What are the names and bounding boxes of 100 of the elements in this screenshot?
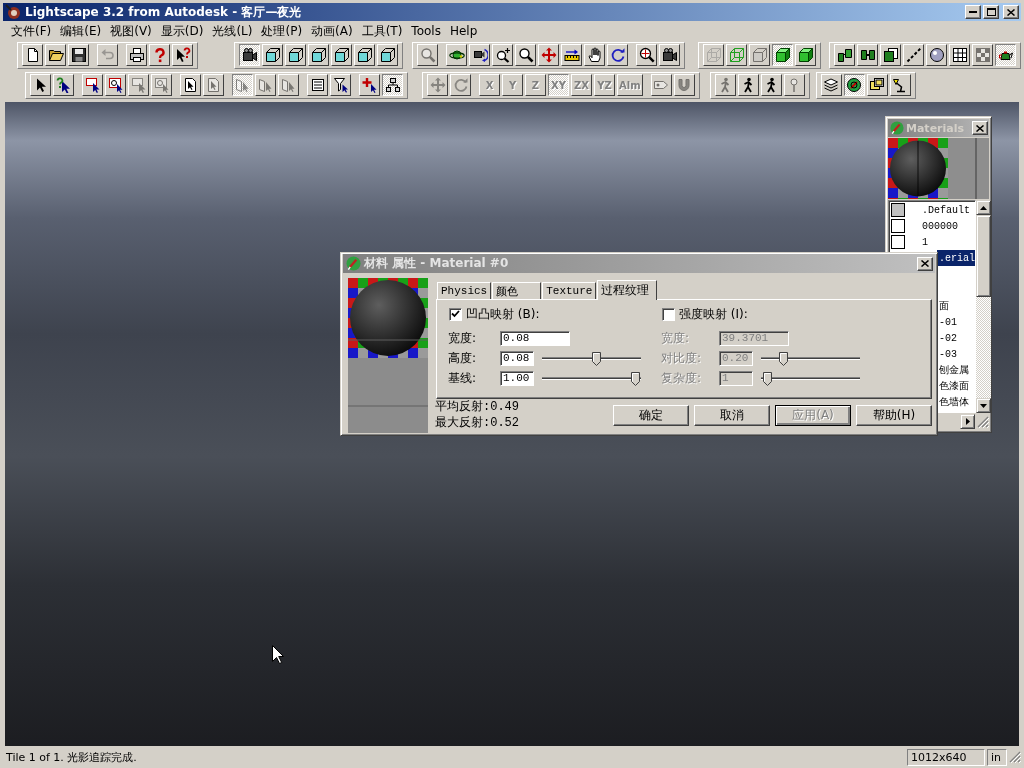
material-list-item[interactable]: -03 <box>937 346 975 362</box>
size-grip-icon <box>1009 751 1021 763</box>
field-label: 宽度: <box>661 330 691 347</box>
status-resolution: 1012x640 <box>907 748 985 766</box>
stacked-pages-icon <box>882 47 899 63</box>
wireframe-cube-icon <box>705 47 722 63</box>
menu-item[interactable]: 文件(F) <box>8 21 55 40</box>
material-list-item[interactable]: 色墙体 <box>937 394 975 410</box>
paint-disc-icon <box>346 256 361 271</box>
toolbar-button[interactable] <box>995 44 1016 66</box>
reflectance-text: 最大反射:0.52 <box>435 415 519 431</box>
checkbox[interactable] <box>662 307 675 321</box>
crosshair-magnifier-icon <box>638 47 655 63</box>
text-field[interactable]: 0.08 <box>500 331 570 346</box>
checkbox[interactable] <box>449 307 462 321</box>
tab[interactable]: 过程纹理 <box>597 280 658 300</box>
material-list-item[interactable]: -02 <box>937 330 975 346</box>
app-icon <box>5 4 21 20</box>
slider-thumb[interactable] <box>779 351 788 366</box>
checkbox-label[interactable]: 强度映射 (I): <box>679 305 748 323</box>
dialog-button[interactable]: 取消 <box>694 405 770 426</box>
menu-item[interactable]: 处理(P) <box>258 21 306 40</box>
status-message: Tile 1 of 1. 光影追踪完成. <box>6 749 138 765</box>
material-list-item[interactable]: -01 <box>937 314 975 330</box>
frame-pointer-icon <box>280 77 297 93</box>
menu-item[interactable]: 光线(L) <box>209 21 256 40</box>
scroll-up-button[interactable] <box>976 200 991 215</box>
frame-pointer-icon <box>234 77 251 93</box>
camera-icon <box>241 47 258 63</box>
dialog-title: 材料 属性 - Material #0 <box>364 255 510 272</box>
material-list-item[interactable]: .erial <box>937 250 975 266</box>
maximize-button[interactable] <box>983 5 999 19</box>
page-pointer-icon <box>182 77 199 93</box>
text-field[interactable]: 1.00 <box>500 371 534 386</box>
menu-item[interactable]: 编辑(E) <box>57 21 105 40</box>
camera-rotate-icon <box>471 47 488 63</box>
close-icon <box>976 124 984 132</box>
material-list-item[interactable]: 1 <box>890 234 975 250</box>
menu-item[interactable]: Tools <box>408 23 444 38</box>
hierarchy-icon <box>384 77 401 93</box>
toolbar-button[interactable] <box>382 74 403 96</box>
close-button[interactable] <box>917 256 933 271</box>
folder-icon <box>47 47 64 63</box>
pointer-question-icon <box>174 47 191 63</box>
rotate-icon <box>452 77 469 93</box>
right-arrow-icon <box>965 418 970 425</box>
menu-item[interactable]: 显示(D) <box>157 21 207 40</box>
close-button[interactable] <box>1003 5 1019 19</box>
camera-icon <box>661 47 678 63</box>
mouse-pointer-icon <box>272 645 284 664</box>
menu-item[interactable]: Help <box>446 23 481 38</box>
cube-icon <box>333 47 350 63</box>
wireframe-cube-icon <box>728 47 745 63</box>
field-label: 宽度: <box>448 330 478 347</box>
field-label: 高度: <box>448 350 478 367</box>
rotate-icon <box>609 47 626 63</box>
menu-item[interactable]: 工具(T) <box>358 21 406 40</box>
status-unit: in <box>987 748 1007 766</box>
tab[interactable]: 颜色 <box>492 282 542 299</box>
minimize-button[interactable] <box>965 5 981 19</box>
material-list-item[interactable]: 刨金属 <box>937 362 975 378</box>
close-button[interactable] <box>972 121 988 135</box>
tab[interactable]: Physics <box>437 282 492 299</box>
slider-thumb[interactable] <box>631 371 641 386</box>
slider-thumb[interactable] <box>592 351 602 366</box>
dialog-button[interactable]: 帮助(H) <box>856 405 932 426</box>
menu-item[interactable]: 动画(A) <box>308 21 356 40</box>
slider-thumb[interactable] <box>762 371 772 386</box>
material-list-item[interactable]: 000000 <box>890 218 975 234</box>
cube-icon <box>310 47 327 63</box>
cube-icon <box>287 47 304 63</box>
tab[interactable]: Texture <box>542 282 597 299</box>
scroll-down-button[interactable] <box>976 398 991 413</box>
menu-item[interactable]: 视图(V) <box>107 21 155 40</box>
text-field[interactable]: 0.08 <box>500 351 534 366</box>
list-icon <box>309 77 326 93</box>
scroll-thumb[interactable] <box>976 215 991 297</box>
close-icon <box>921 260 929 267</box>
dashed-line-icon <box>905 47 922 63</box>
ruler-icon <box>563 47 580 63</box>
frame-pointer-icon <box>257 77 274 93</box>
minimize-icon <box>969 11 977 13</box>
material-list-item[interactable]: .Default <box>890 202 975 218</box>
toolbar-button[interactable] <box>843 74 865 96</box>
toolbar-button[interactable] <box>239 44 260 66</box>
window-title: Lightscape 3.2 from Autodesk - 客厅—夜光 <box>24 3 303 21</box>
layers-icon <box>823 77 840 93</box>
checkbox-label[interactable]: 凹凸映射 (B): <box>466 305 540 323</box>
material-list-item[interactable]: 色漆面 <box>937 378 975 394</box>
printer-icon <box>128 47 145 63</box>
zoom-rectangle-icon <box>153 77 170 93</box>
solid-cube-icon <box>797 47 814 63</box>
material-list-item[interactable]: 面 <box>937 298 975 314</box>
dialog-button[interactable]: 确定 <box>613 405 689 426</box>
selection-rectangle-icon <box>84 77 101 93</box>
scroll-right-button[interactable] <box>960 414 975 429</box>
magnifier-icon <box>419 47 436 63</box>
globe-icon <box>846 77 863 93</box>
toolbar-button[interactable] <box>772 44 793 66</box>
up-arrow-icon <box>980 205 987 210</box>
